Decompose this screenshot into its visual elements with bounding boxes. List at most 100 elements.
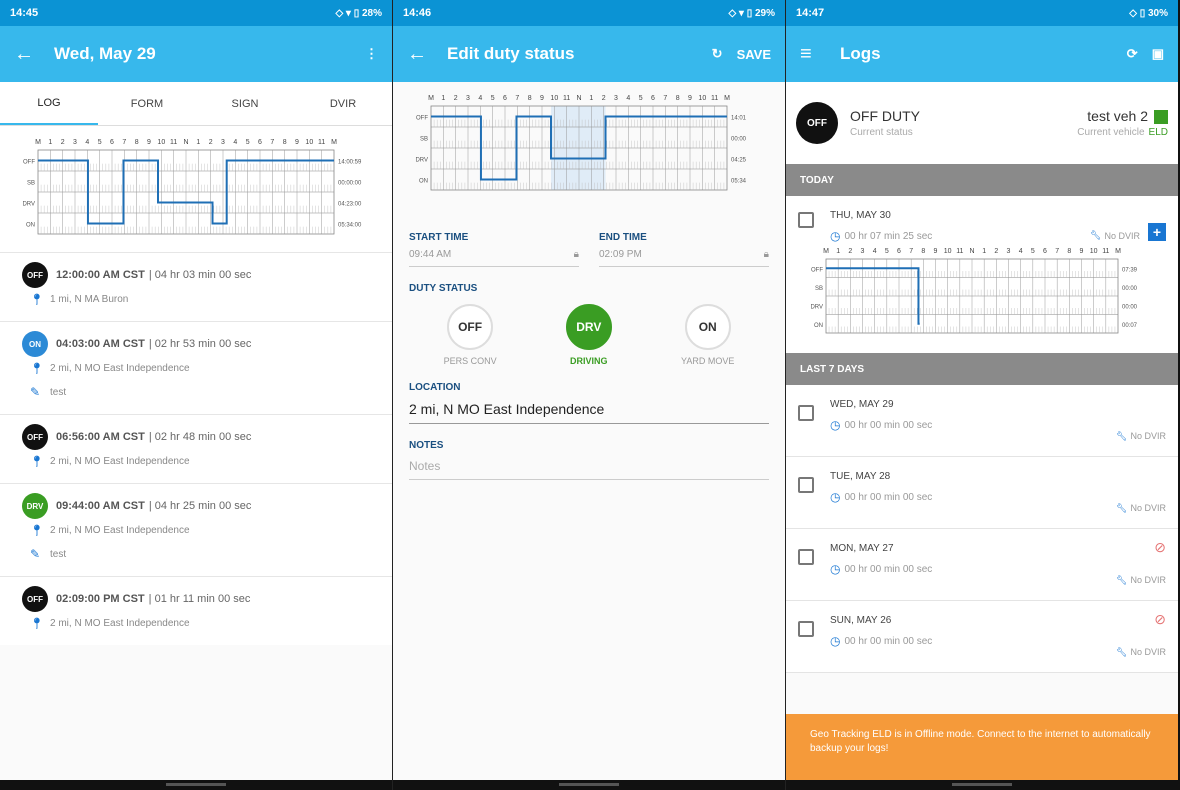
- calendar-icon[interactable]: ▣: [1152, 46, 1164, 62]
- hour-tick-label: 5: [246, 139, 250, 146]
- clock-icon: ◷: [830, 490, 841, 504]
- day-log-row[interactable]: MON, MAY 27 ◷ 00 hr 00 min 00 sec ⊘ 🔧︎ No DVI…: [786, 529, 1178, 601]
- tab-sign[interactable]: SIGN: [196, 82, 294, 125]
- tab-form[interactable]: FORM: [98, 82, 196, 125]
- tab-log[interactable]: LOG: [0, 82, 98, 125]
- hour-tick-label: 4: [873, 248, 877, 255]
- status-icons: ◇ ▾ ▯ 29%: [728, 7, 775, 19]
- day-log-row[interactable]: TUE, MAY 28◷00 hr 00 min 00 sec⊘🔧︎No DVI…: [786, 457, 1178, 529]
- log-entry[interactable]: OFF 06:56:00 AM CST | 02 hr 48 min 00 sec 📍…: [0, 414, 392, 483]
- wrench-icon: 🔧︎: [1090, 230, 1102, 240]
- entry-location: 2 mi, N MO East Independence: [50, 362, 190, 374]
- pencil-icon: ✎: [30, 385, 41, 399]
- end-time-field[interactable]: 02:09 PM: [599, 249, 642, 260]
- day-checkbox[interactable]: [798, 549, 814, 565]
- today-log[interactable]: THU, MAY 30 ◷ 00 hr 07 min 25 sec 🔧︎ No DV…: [786, 196, 1178, 353]
- row-total-label: 05:34: [731, 179, 747, 185]
- day-date: MON, MAY 27: [830, 543, 894, 554]
- day-date: TUE, MAY 28: [830, 471, 891, 482]
- day-checkbox[interactable]: [798, 477, 814, 493]
- day-log-row[interactable]: SUN, MAY 26 ◷ 00 hr 00 min 00 sec ⊘ 🔧︎ No DVI…: [786, 601, 1178, 673]
- duty-status-graph: M 1 2 3 4 5 6 7 8 9 10 11 N 1 2 3 4 5 6 7 8 9 10 11 MOFF 14:00:59…: [22, 139, 362, 235]
- day-checkbox[interactable]: [798, 621, 814, 637]
- hour-tick-label: 1: [441, 95, 445, 102]
- today-header: TODAY: [786, 164, 1178, 196]
- location-pin-icon: 📍︎: [30, 524, 44, 537]
- hour-tick-label: 1: [589, 95, 593, 102]
- hour-tick-label: 6: [651, 95, 655, 102]
- duty-option-circle[interactable]: DRV: [565, 304, 612, 350]
- log-entry[interactable]: OFF 12:00:00 AM CST | 04 hr 03 min 00 sec 📍…: [0, 252, 392, 321]
- hour-tick-label: 4: [478, 95, 482, 102]
- entry-location: 2 mi, N MO East Independence: [50, 524, 190, 536]
- hour-tick-label: 3: [861, 248, 865, 255]
- hour-tick-label: 5: [98, 139, 102, 146]
- wrench-icon: 🔧︎: [1116, 575, 1128, 585]
- start-time-field[interactable]: 09:44 AM: [409, 249, 451, 260]
- tab-dvir[interactable]: DVIR: [294, 82, 392, 125]
- warning-icon: ⊘: [1154, 611, 1166, 627]
- refresh-icon[interactable]: ↻: [712, 46, 723, 62]
- end-time-label: END TIME: [599, 232, 647, 243]
- hour-tick-label: 11: [170, 139, 177, 146]
- home-indicator[interactable]: [166, 783, 226, 786]
- day-date: SUN, MAY 26: [830, 615, 892, 626]
- day-checkbox[interactable]: [798, 405, 814, 421]
- hour-tick-label: 7: [270, 139, 274, 146]
- status-row-label: DRV: [415, 158, 428, 164]
- log-entry[interactable]: DRV 09:44:00 AM CST | 04 hr 25 min 00 sec 📍…: [0, 483, 392, 576]
- more-vert-icon[interactable]: ⋮: [365, 46, 378, 62]
- wrench-icon: 🔧︎: [1116, 647, 1128, 657]
- tab-bar: LOG FORM SIGN DVIR: [0, 82, 392, 126]
- app-bar: ≡ Logs ⟳ ▣: [786, 26, 1178, 82]
- save-button[interactable]: SAVE: [737, 47, 771, 62]
- screens: 14:45 ◇ ▾ ▯ 28% ← Wed, May 29 ⋮ LOG FORM…: [0, 0, 1180, 790]
- menu-icon[interactable]: ≡: [800, 43, 840, 66]
- duty-option-circle[interactable]: OFF: [447, 304, 494, 350]
- hour-tick-label: 6: [897, 248, 901, 255]
- sync-icon[interactable]: ⟳: [1127, 46, 1138, 62]
- current-status-value: OFF DUTY: [850, 108, 920, 124]
- hour-tick-label: 2: [209, 139, 213, 146]
- status-time: 14:47: [796, 7, 825, 19]
- hour-tick-label: M: [331, 139, 337, 146]
- notes-input[interactable]: Notes: [409, 451, 769, 480]
- entry-location: 2 mi, N MO East Independence: [50, 617, 190, 629]
- log-entry[interactable]: OFF 02:09:00 PM CST | 01 hr 11 min 00 sec 📍…: [0, 576, 392, 645]
- today-dvir: No DVIR: [1104, 231, 1140, 241]
- app-bar: ← Edit duty status ↻ SAVE: [393, 26, 785, 82]
- duty-option-off[interactable]: OFF PERS CONV: [444, 304, 497, 366]
- page-title: Wed, May 29: [54, 44, 156, 63]
- hour-tick-label: 3: [614, 95, 618, 102]
- hour-tick-label: N: [576, 95, 581, 102]
- row-total-label: 04:23:00: [338, 202, 362, 208]
- day-log-row[interactable]: WED, MAY 29◷00 hr 00 min 00 sec⊘🔧︎No DVI…: [786, 385, 1178, 457]
- log-day-screen: 14:45 ◇ ▾ ▯ 28% ← Wed, May 29 ⋮ LOG FORM…: [0, 0, 393, 790]
- duty-option-label: PERS CONV: [443, 356, 497, 366]
- back-arrow-icon[interactable]: ←: [407, 43, 447, 66]
- home-indicator[interactable]: [952, 783, 1012, 786]
- current-status-card: OFF OFF DUTY Current status test veh 2 C…: [786, 82, 1178, 164]
- status-row-label: SB: [420, 137, 428, 143]
- duty-option-drv[interactable]: DRV DRIVING: [565, 304, 612, 366]
- duty-option-on[interactable]: ON YARD MOVE: [681, 304, 734, 366]
- log-entry[interactable]: ON 04:03:00 AM CST | 02 hr 53 min 00 sec 📍︎…: [0, 321, 392, 414]
- day-dvir: No DVIR: [1130, 647, 1166, 657]
- hour-tick-label: 9: [1080, 248, 1084, 255]
- status-badge: ON: [22, 331, 48, 357]
- add-dvir-button[interactable]: +: [1148, 223, 1166, 241]
- home-indicator[interactable]: [559, 783, 619, 786]
- current-status-badge: OFF: [796, 102, 838, 144]
- status-row-label: SB: [815, 286, 823, 292]
- duty-option-circle[interactable]: ON: [684, 304, 731, 350]
- today-checkbox[interactable]: [798, 212, 814, 228]
- log-entries: OFF 12:00:00 AM CST | 04 hr 03 min 00 sec 📍…: [0, 252, 392, 645]
- entry-note: test: [50, 386, 67, 398]
- entry-time: 09:44:00 AM CST: [56, 500, 145, 512]
- row-total-label: 04:25: [731, 158, 747, 164]
- hour-tick-label: 1: [982, 248, 986, 255]
- location-input[interactable]: 2 mi, N MO East Independence: [409, 393, 769, 424]
- entry-location: 1 mi, N MA Buron: [50, 293, 129, 305]
- entry-duration: | 01 hr 11 min 00 sec: [148, 593, 251, 605]
- back-arrow-icon[interactable]: ←: [14, 43, 54, 66]
